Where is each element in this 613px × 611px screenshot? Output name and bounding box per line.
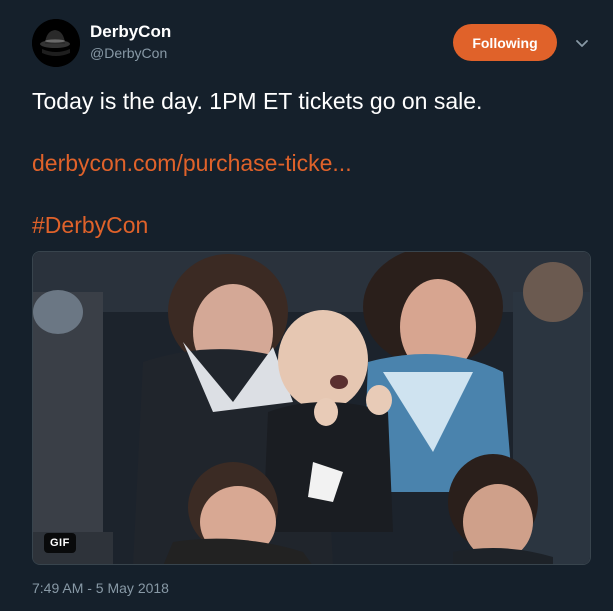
tweet-timestamp[interactable]: 7:49 AM - 5 May 2018 bbox=[32, 580, 169, 596]
avatar-image bbox=[32, 19, 80, 67]
gif-image bbox=[33, 252, 590, 564]
gif-media[interactable]: GIF bbox=[32, 251, 591, 565]
tweet-text: Today is the day. 1PM ET tickets go on s… bbox=[32, 88, 483, 114]
author-name[interactable]: DerbyCon bbox=[90, 22, 171, 42]
avatar[interactable] bbox=[32, 19, 80, 67]
following-button[interactable]: Following bbox=[453, 24, 557, 61]
author-handle[interactable]: @DerbyCon bbox=[90, 45, 167, 61]
tweet-link[interactable]: derbycon.com/purchase-ticke... bbox=[32, 150, 352, 177]
chevron-down-icon[interactable] bbox=[572, 33, 592, 53]
gif-badge: GIF bbox=[44, 533, 76, 553]
tweet-card: DerbyCon @DerbyCon Following Today is th… bbox=[0, 0, 613, 611]
tweet-hashtag[interactable]: #DerbyCon bbox=[32, 212, 148, 239]
